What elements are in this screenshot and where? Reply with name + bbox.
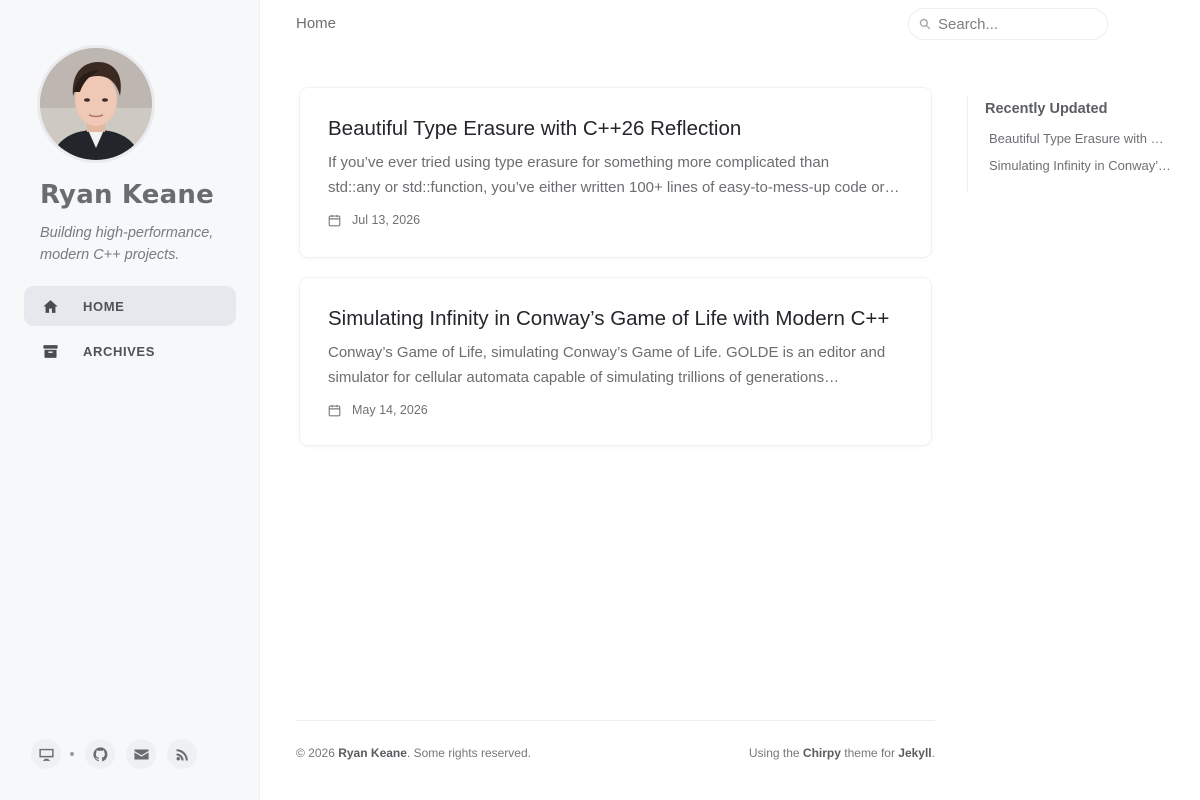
rss-icon [176, 748, 188, 760]
sidebar: Ryan Keane Building high-performance, mo… [0, 0, 260, 800]
site-title[interactable]: Ryan Keane [40, 180, 214, 210]
post-excerpt-line: Conway’s Game of Life, simulating Conway… [328, 344, 886, 361]
post-excerpt-line: simulator for cellular automata capable … [328, 369, 840, 386]
post-excerpt-line: If you’ve ever tried using type erasure … [328, 154, 830, 171]
sidebar-nav: HOME ARCHIVES [24, 286, 236, 376]
sidebar-item-label: HOME [83, 298, 125, 314]
post-meta: Jul 13, 2026 [328, 213, 903, 227]
credits-end: . [931, 746, 935, 760]
rss-button[interactable] [167, 739, 197, 769]
theme-link[interactable]: Chirpy [803, 746, 841, 760]
archive-icon [40, 341, 60, 361]
desktop-icon [38, 748, 54, 761]
copyright: © 2026 Ryan Keane. Some rights reserved. [296, 746, 531, 760]
github-icon [92, 746, 107, 761]
post-title[interactable]: Beautiful Type Erasure with C++26 Reflec… [328, 116, 903, 142]
theme-toggle-button[interactable] [31, 739, 61, 769]
recently-updated-panel: Recently Updated Beautiful Type Erasure … [967, 96, 1177, 192]
github-button[interactable] [85, 739, 115, 769]
recently-updated-list: Beautiful Type Erasure with C++26 Reflec… [985, 131, 1177, 173]
avatar-portrait [40, 48, 152, 160]
panel-title: Recently Updated [985, 101, 1108, 117]
post-date: Jul 13, 2026 [352, 213, 421, 227]
search-box[interactable] [908, 8, 1108, 40]
credits-prefix: Using the [748, 746, 803, 760]
post-meta: May 14, 2026 [328, 403, 903, 417]
post-date: May 14, 2026 [352, 403, 428, 417]
recently-updated-item[interactable]: Beautiful Type Erasure with C++26 Reflec… [985, 131, 1173, 146]
copyright-author[interactable]: Ryan Keane [338, 746, 407, 760]
sidebar-footer [31, 739, 208, 769]
post-excerpt: Conway’s Game of Life, simulating Conway… [328, 340, 903, 390]
jekyll-link[interactable]: Jekyll [898, 746, 931, 760]
post-excerpt: If you’ve ever tried using type erasure … [328, 150, 903, 200]
sidebar-item-label: ARCHIVES [83, 343, 155, 359]
post-excerpt-line: std::any or std::function, you’ve either… [328, 179, 903, 196]
calendar-icon [328, 404, 341, 416]
sidebar-item-archives[interactable]: ARCHIVES [24, 331, 236, 371]
copyright-suffix: . Some rights reserved. [406, 746, 531, 760]
calendar-icon [328, 214, 341, 226]
email-icon [133, 749, 149, 759]
home-icon [40, 296, 60, 316]
copyright-prefix: © 2026 [296, 746, 339, 760]
sidebar-item-home[interactable]: HOME [24, 286, 236, 326]
avatar[interactable] [40, 48, 152, 160]
separator-dot [70, 752, 74, 756]
post-card[interactable]: Beautiful Type Erasure with C++26 Reflec… [300, 88, 931, 257]
post-card[interactable]: Simulating Infinity in Conway’s Game of … [300, 278, 931, 445]
page-footer: © 2026 Ryan Keane. Some rights reserved.… [296, 720, 935, 760]
email-button[interactable] [126, 739, 156, 769]
breadcrumb[interactable]: Home [296, 15, 336, 32]
search-input[interactable] [938, 15, 1098, 33]
recently-updated-item[interactable]: Simulating Infinity in Conway’s Game of … [985, 158, 1173, 173]
credits: Using the Chirpy theme for Jekyll. [749, 746, 935, 760]
search-icon [919, 18, 931, 30]
credits-mid: theme for [840, 746, 899, 760]
post-title[interactable]: Simulating Infinity in Conway’s Game of … [328, 306, 903, 332]
site-subtitle: Building high-performance, modern C++ pr… [40, 225, 214, 263]
